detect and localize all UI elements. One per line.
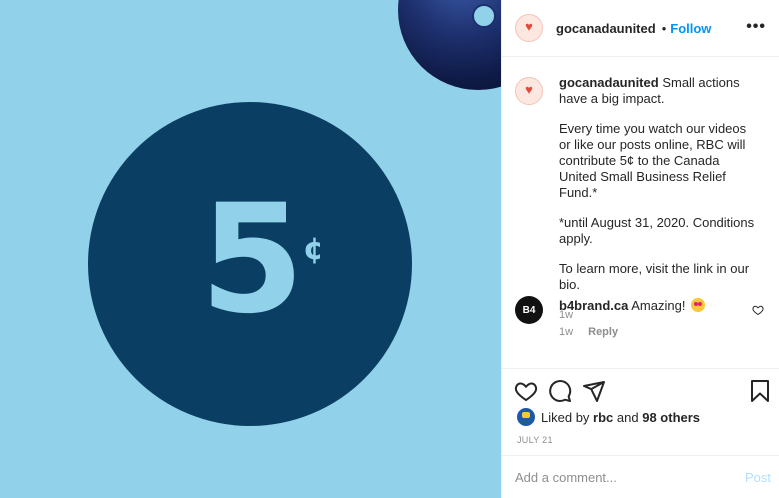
post-date[interactable]: JULY 21 — [517, 435, 553, 445]
author-username[interactable]: gocanadaunited — [556, 21, 656, 36]
likes-and: and — [616, 409, 639, 425]
comment-like-heart-icon[interactable] — [752, 304, 764, 316]
commenter-username[interactable]: b4brand.ca — [559, 298, 628, 313]
caption-avatar[interactable] — [515, 77, 543, 105]
reply-button[interactable]: Reply — [588, 326, 618, 338]
caption-paragraph: gocanadaunited Small actions have a big … — [559, 75, 759, 107]
author-avatar[interactable] — [515, 14, 543, 42]
caption-username[interactable]: gocanadaunited — [559, 75, 659, 90]
likes-others-link[interactable]: 98 others — [642, 410, 700, 425]
commenter-avatar[interactable]: B4 — [515, 296, 543, 324]
coin-cents-symbol: ¢ — [303, 232, 324, 267]
like-heart-icon[interactable] — [514, 379, 538, 403]
caption-paragraph: Every time you watch our videos or like … — [559, 121, 747, 200]
bowl-highlight — [472, 4, 496, 28]
comment-text: Amazing! — [631, 298, 686, 313]
caption-paragraph: *until August 31, 2020. Conditions apply… — [559, 215, 755, 246]
heart-eyes-emoji-icon — [691, 298, 706, 312]
comment-meta: 1w Reply — [559, 323, 705, 341]
post-comment-button[interactable]: Post — [745, 470, 771, 485]
post-header: gocanadaunited • Follow ••• — [502, 0, 779, 57]
add-comment-form: Post — [502, 455, 779, 498]
comment-body: b4brand.ca Amazing! 1w Reply — [559, 296, 706, 341]
save-bookmark-icon[interactable] — [748, 379, 772, 403]
caption-body: gocanadaunited Small actions have a big … — [559, 75, 759, 323]
comment-item: B4 b4brand.ca Amazing! 1w Reply — [515, 296, 770, 341]
separator-dot: • — [661, 20, 667, 36]
comment-input[interactable] — [515, 469, 730, 485]
action-bar — [502, 368, 779, 412]
more-options-icon[interactable]: ••• — [746, 18, 766, 36]
likes-summary: Liked by rbc and 98 others — [517, 408, 700, 426]
comment-bubble-icon[interactable] — [548, 379, 572, 403]
post-image[interactable]: 5 ¢ — [0, 0, 501, 498]
liker-username[interactable]: rbc — [593, 410, 613, 425]
comment-time[interactable]: 1w — [559, 326, 573, 338]
share-paper-plane-icon[interactable] — [582, 379, 606, 403]
post-side-panel: gocanadaunited • Follow ••• gocanadaunit… — [501, 0, 779, 498]
follow-button[interactable]: Follow — [670, 21, 711, 36]
coin-value: 5 — [200, 173, 304, 347]
likes-prefix: Liked by — [541, 409, 590, 425]
caption-paragraph: To learn more, visit the link in our bio… — [559, 261, 750, 292]
post-caption: gocanadaunited Small actions have a big … — [515, 75, 770, 323]
liker-avatar[interactable] — [517, 408, 535, 426]
